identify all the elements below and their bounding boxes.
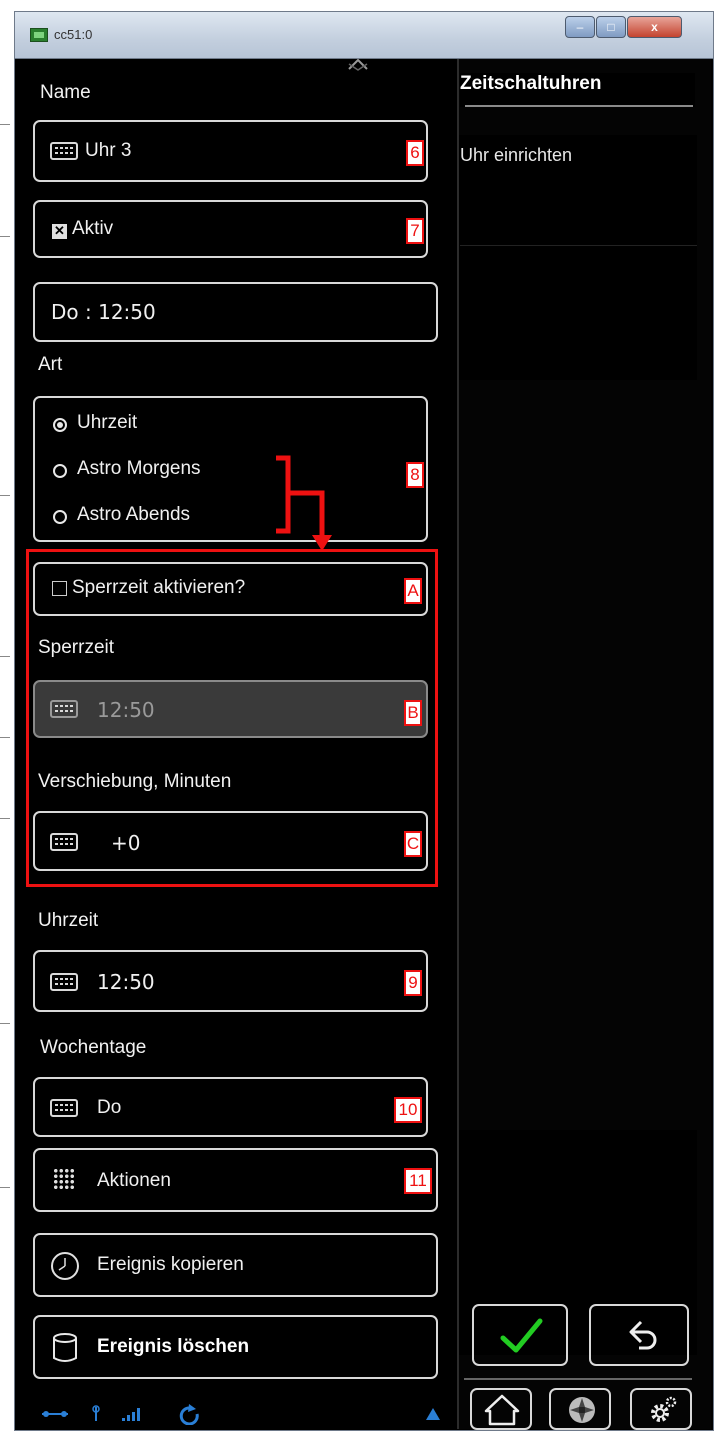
home-icon — [484, 1394, 520, 1426]
annotation-tag: A — [404, 578, 422, 604]
summary-field[interactable]: Do : 12:50 — [33, 282, 438, 342]
minimize-button[interactable]: – — [565, 16, 595, 38]
maximize-button[interactable]: □ — [596, 16, 626, 38]
delete-event-button[interactable]: Ereignis löschen — [33, 1315, 438, 1379]
time-field[interactable]: 12:50 9 — [33, 950, 428, 1012]
back-button[interactable] — [589, 1304, 689, 1366]
keyboard-icon — [50, 142, 78, 160]
fan-icon — [569, 1397, 595, 1423]
network-icon — [42, 1411, 68, 1417]
radio-icon — [53, 510, 67, 524]
confirm-button[interactable] — [472, 1304, 568, 1366]
doc-rule — [0, 737, 10, 738]
expand-icon[interactable] — [425, 1407, 441, 1421]
annotation-tag: B — [404, 700, 422, 726]
signal-icon — [122, 1408, 140, 1421]
sidebar-divider — [460, 245, 697, 246]
locktime-field[interactable]: 12:50 B — [33, 680, 428, 738]
radio-option-uhrzeit[interactable]: Uhrzeit — [35, 406, 425, 442]
type-label: Art — [34, 350, 378, 380]
annotation-arrow — [276, 455, 332, 551]
actions-label: Aktionen — [97, 1170, 367, 1192]
shift-label: Verschiebung, Minuten — [34, 766, 378, 798]
weekdays-value: Do — [97, 1097, 367, 1123]
grid-icon — [53, 1168, 75, 1190]
keyboard-icon — [50, 973, 78, 991]
app-icon — [30, 28, 48, 42]
fan-button[interactable] — [549, 1388, 611, 1430]
radio-icon — [53, 464, 67, 478]
doc-rule — [0, 1187, 10, 1188]
checkbox-icon — [52, 223, 67, 239]
home-button[interactable] — [470, 1388, 532, 1430]
radio-option-astro-morgens[interactable]: Astro Morgens — [35, 454, 285, 490]
active-label: Aktiv — [72, 218, 114, 239]
close-button[interactable]: x — [627, 16, 682, 38]
keyboard-icon — [50, 833, 78, 851]
settings-button[interactable] — [630, 1388, 692, 1430]
weekdays-label: Wochentage — [34, 1032, 378, 1064]
weekdays-field[interactable]: Do 10 — [33, 1077, 428, 1137]
copy-event-button[interactable]: Ereignis kopieren — [33, 1233, 438, 1297]
lock-checkbox[interactable]: Sperrzeit aktivieren? A — [33, 562, 428, 616]
antenna-icon — [92, 1405, 100, 1421]
doc-rule — [0, 236, 10, 237]
collapse-icon[interactable] — [346, 57, 370, 71]
annotation-tag: 10 — [394, 1097, 422, 1123]
sidebar-item-setup[interactable]: Uhr einrichten — [460, 145, 690, 175]
name-value: Uhr 3 — [85, 140, 132, 161]
radio-label: Uhrzeit — [73, 412, 409, 442]
radio-label: Astro Abends — [73, 504, 273, 534]
time-label: Uhrzeit — [34, 905, 378, 937]
status-bar — [42, 1404, 199, 1425]
radio-label: Astro Morgens — [73, 458, 273, 488]
annotation-tag: 9 — [404, 970, 422, 996]
summary-value: Do : 12:50 — [51, 300, 156, 324]
sidebar-title: Zeitschaltuhren — [460, 73, 695, 107]
checkmark-icon — [500, 1318, 543, 1353]
refresh-icon — [179, 1404, 199, 1425]
checkbox-icon — [52, 581, 67, 596]
radio-option-astro-abends[interactable]: Astro Abends — [35, 498, 285, 534]
trash-icon — [53, 1333, 77, 1362]
lock-label: Sperrzeit aktivieren? — [72, 577, 246, 598]
active-checkbox[interactable]: Aktiv 7 — [33, 200, 428, 258]
shift-field[interactable]: +0 C — [33, 811, 428, 871]
shift-value: +0 — [111, 831, 141, 855]
locktime-value: 12:50 — [97, 698, 155, 722]
name-label: Name — [34, 78, 378, 108]
doc-rule — [0, 656, 10, 657]
sidebar-divider — [465, 105, 693, 107]
time-value: 12:50 — [97, 970, 155, 994]
undo-icon — [629, 1320, 657, 1350]
keyboard-icon — [50, 1099, 78, 1117]
annotation-tag: 8 — [406, 462, 424, 488]
radio-icon — [53, 418, 67, 432]
locktime-label: Sperrzeit — [34, 632, 378, 664]
annotation-tag: 6 — [406, 140, 424, 166]
doc-rule — [0, 818, 10, 819]
window-title: cc51:0 — [54, 27, 93, 42]
clock-icon — [51, 1252, 79, 1280]
type-radio-group: Uhrzeit Astro Morgens Astro Abends 8 — [33, 396, 428, 542]
doc-rule — [0, 124, 10, 125]
sidebar-divider — [464, 1378, 692, 1380]
keyboard-icon — [50, 700, 78, 718]
copy-event-label: Ereignis kopieren — [97, 1254, 244, 1275]
doc-rule — [0, 1023, 10, 1024]
gear-icon — [651, 1396, 677, 1422]
name-field[interactable]: Uhr 3 6 — [33, 120, 428, 182]
delete-event-label: Ereignis löschen — [97, 1336, 250, 1357]
annotation-tag: C — [404, 831, 422, 857]
doc-rule — [0, 495, 10, 496]
annotation-tag: 11 — [404, 1168, 432, 1194]
actions-button[interactable]: Aktionen 11 — [33, 1148, 438, 1212]
annotation-tag: 7 — [406, 218, 424, 244]
